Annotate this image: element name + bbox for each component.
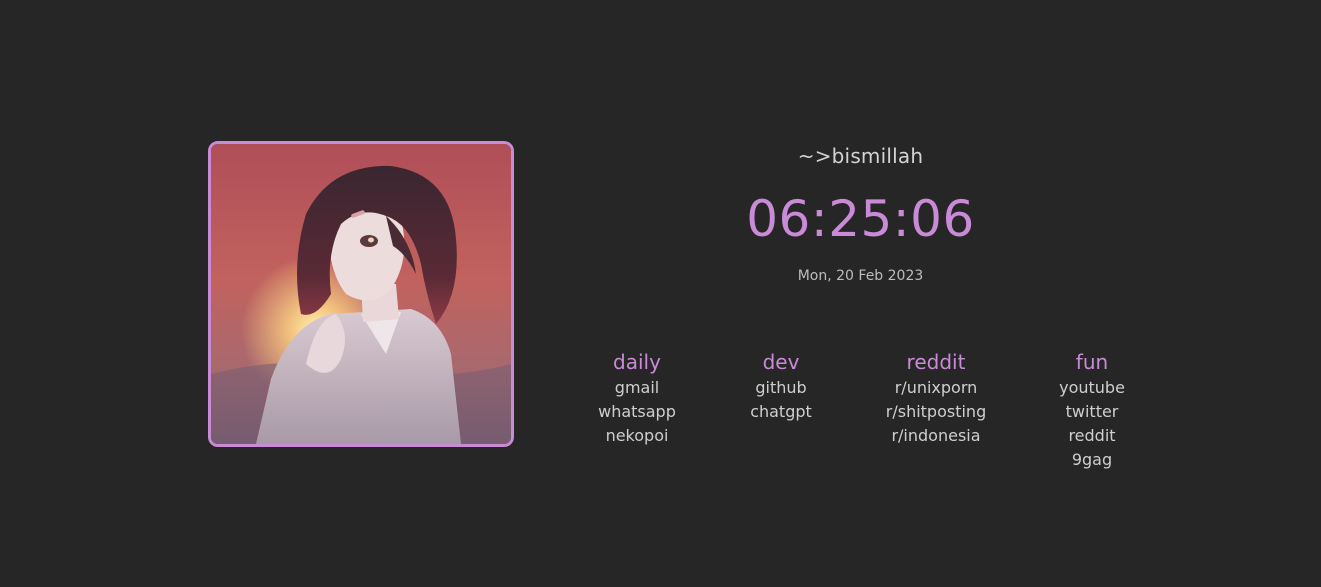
group-title: reddit [906,350,966,374]
date: Mon, 20 Feb 2023 [797,268,924,284]
link-r-indonesia[interactable]: r/indonesia [851,424,1021,448]
link-youtube[interactable]: youtube [1007,376,1177,400]
link-r-unixporn[interactable]: r/unixporn [851,376,1021,400]
link-nekopoi[interactable]: nekopoi [552,424,722,448]
link-group-reddit: reddit r/unixporn r/shitposting r/indone… [851,348,1021,448]
anime-girl-illustration [211,144,511,444]
link-group-fun: fun youtube twitter reddit 9gag [1007,348,1177,472]
avatar-image [208,141,514,447]
link-9gag[interactable]: 9gag [1007,448,1177,472]
link-r-shitposting[interactable]: r/shitposting [851,400,1021,424]
greeting-prompt: ~>bismillah [797,144,924,168]
link-group-dev: dev github chatgpt [696,348,866,424]
link-github[interactable]: github [696,376,866,400]
link-twitter[interactable]: twitter [1007,400,1177,424]
group-title: dev [762,350,800,374]
group-title: fun [1075,350,1109,374]
clock: 06:25:06 [746,190,975,248]
link-chatgpt[interactable]: chatgpt [696,400,866,424]
link-reddit[interactable]: reddit [1007,424,1177,448]
startpage: ~>bismillah 06:25:06 Mon, 20 Feb 2023 da… [0,0,1321,587]
